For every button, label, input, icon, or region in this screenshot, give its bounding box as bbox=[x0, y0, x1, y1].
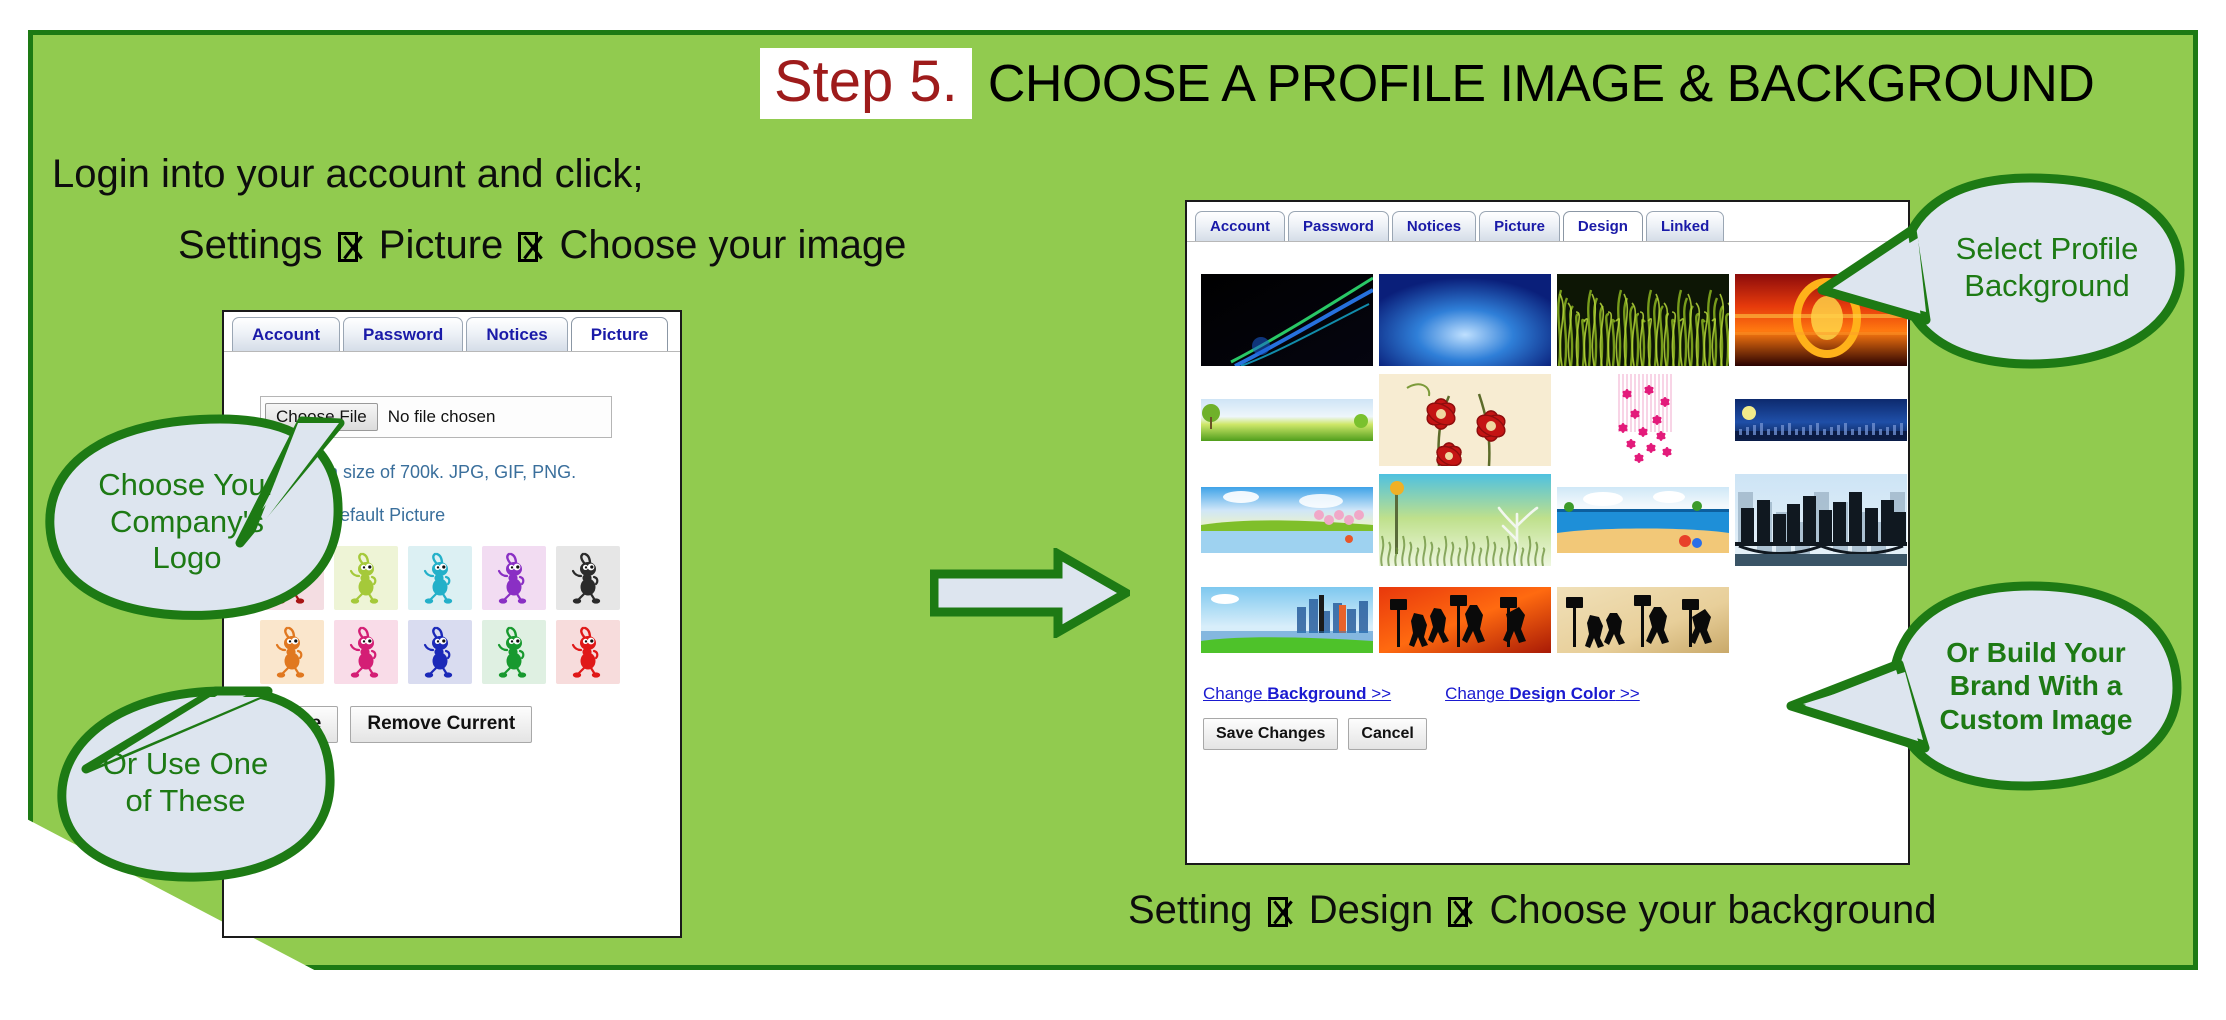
tab-account[interactable]: Account bbox=[1195, 211, 1285, 241]
design-tab-pane: Change Background >> Change Design Color … bbox=[1187, 242, 1908, 750]
slide-canvas: Step 5. CHOOSE A PROFILE IMAGE & BACKGRO… bbox=[0, 0, 2226, 1020]
right-tab-strip: Account Password Notices Picture Design Linke… bbox=[1187, 202, 1908, 242]
tab-picture[interactable]: Picture bbox=[1479, 211, 1560, 241]
background-thumb-basketball-red[interactable] bbox=[1379, 574, 1551, 666]
path-left-step-3: Choose your image bbox=[559, 223, 907, 267]
background-thumb-basketball-tan[interactable] bbox=[1557, 574, 1729, 666]
path-right-step-1: Setting bbox=[1128, 888, 1253, 932]
background-thumb-spring-trees-lamp[interactable] bbox=[1379, 474, 1551, 566]
arrow-glyph-missing-icon bbox=[518, 232, 539, 262]
default-picture-ant-cyan[interactable] bbox=[408, 546, 472, 610]
background-thumb-city-waterfront[interactable] bbox=[1201, 574, 1373, 666]
callout-choose-company-logo: Choose Your Company's Logo bbox=[40, 414, 370, 630]
arrow-glyph-missing-icon bbox=[1448, 897, 1469, 927]
tab-design[interactable]: Design bbox=[1562, 211, 1643, 241]
tab-password[interactable]: Password bbox=[1288, 211, 1389, 241]
tab-linked[interactable]: Linked bbox=[1645, 211, 1725, 241]
path-right-step-3: Choose your background bbox=[1489, 888, 1937, 932]
navigation-path-right: Setting Design Choose your background bbox=[1128, 888, 1937, 933]
left-tab-strip: Account Password Notices Picture bbox=[224, 312, 680, 352]
tab-notices[interactable]: Notices bbox=[1391, 211, 1477, 241]
default-picture-ant-green[interactable] bbox=[482, 620, 546, 684]
tab-picture[interactable]: Picture bbox=[570, 317, 669, 351]
arrow-glyph-missing-icon bbox=[337, 232, 358, 262]
background-thumb-red-flowers-cream[interactable] bbox=[1379, 374, 1551, 466]
callout-select-profile-background: Select Profile Background bbox=[1817, 172, 2210, 372]
slide-title: Step 5. CHOOSE A PROFILE IMAGE & BACKGRO… bbox=[760, 48, 2095, 119]
tab-notices[interactable]: Notices bbox=[466, 317, 568, 351]
remove-current-button[interactable]: Remove Current bbox=[350, 706, 533, 743]
step-label: Step 5. bbox=[760, 48, 972, 119]
change-design-color-link[interactable]: Change Design Color >> bbox=[1445, 684, 1640, 704]
callout-build-brand-custom-image: Or Build Your Brand With a Custom Image bbox=[1786, 580, 2210, 795]
background-thumb-neon-streaks-black[interactable] bbox=[1201, 274, 1373, 366]
default-picture-ant-blue[interactable] bbox=[408, 620, 472, 684]
path-right-step-2: Design bbox=[1308, 888, 1434, 932]
path-left-step-1: Settings bbox=[178, 223, 323, 267]
default-picture-ant-purple[interactable] bbox=[482, 546, 546, 610]
background-thumb-navy-night-bar[interactable] bbox=[1735, 374, 1907, 466]
background-thumb-city-skyline-bridge[interactable] bbox=[1735, 474, 1907, 566]
design-settings-screenshot: Account Password Notices Picture Design Linke… bbox=[1185, 200, 1910, 865]
tab-password[interactable]: Password bbox=[343, 317, 464, 351]
design-action-buttons: Save Changes Cancel bbox=[1203, 718, 1908, 750]
change-background-link[interactable]: Change Background >> bbox=[1203, 684, 1391, 704]
file-status-text: No file chosen bbox=[387, 407, 496, 426]
arrow-glyph-missing-icon bbox=[1267, 897, 1288, 927]
background-thumb-green-field-banner[interactable] bbox=[1201, 374, 1373, 466]
default-picture-ant-red[interactable] bbox=[556, 620, 620, 684]
background-thumb-beach-summer[interactable] bbox=[1557, 474, 1729, 566]
background-thumbnail-grid bbox=[1201, 274, 1908, 666]
navigation-path-left: Settings Picture Choose your image bbox=[178, 223, 906, 268]
intro-line: Login into your account and click; bbox=[52, 152, 644, 196]
cancel-button[interactable]: Cancel bbox=[1348, 718, 1427, 750]
background-thumb-pink-falling-blossoms[interactable] bbox=[1557, 374, 1729, 466]
path-left-step-2: Picture bbox=[378, 223, 504, 267]
callout-or-use-one-of-these: Or Use One of These bbox=[30, 685, 360, 885]
default-picture-ant-black[interactable] bbox=[556, 546, 620, 610]
save-changes-button[interactable]: Save Changes bbox=[1203, 718, 1339, 750]
background-thumb-blue-radial-glow[interactable] bbox=[1379, 274, 1551, 366]
tab-account[interactable]: Account bbox=[232, 317, 340, 351]
background-thumb-spring-lake-landscape[interactable] bbox=[1201, 474, 1373, 566]
flow-arrow-icon bbox=[929, 546, 1136, 640]
page-title: CHOOSE A PROFILE IMAGE & BACKGROUND bbox=[987, 55, 2095, 113]
background-thumb-green-grass[interactable] bbox=[1557, 274, 1729, 366]
